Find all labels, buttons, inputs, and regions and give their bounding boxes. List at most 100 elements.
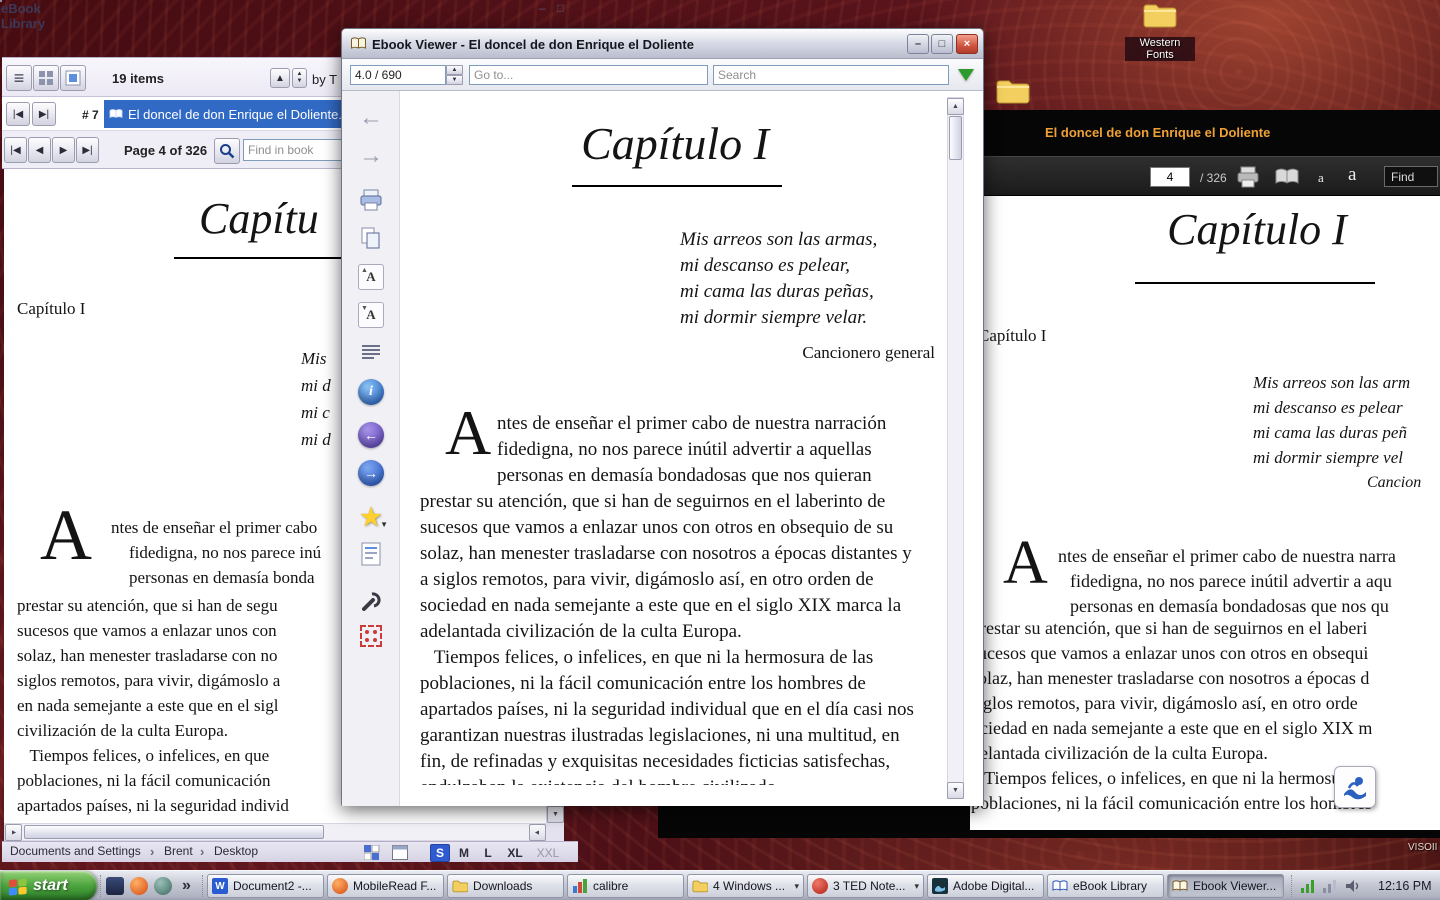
quick-launch-app-icon[interactable] bbox=[154, 877, 172, 895]
search-next-button[interactable] bbox=[958, 69, 974, 81]
breadcrumb-desktop[interactable]: Desktop bbox=[210, 842, 262, 860]
next-page-button[interactable]: ▶ bbox=[52, 137, 75, 163]
previous-section-button[interactable]: ← bbox=[355, 419, 387, 451]
bookmark-dropdown-icon[interactable]: ▼ bbox=[380, 520, 388, 529]
quick-launch-browser-icon[interactable] bbox=[130, 877, 148, 895]
last-page-button[interactable]: ▶| bbox=[76, 137, 99, 163]
scroll-right-button[interactable]: ▲ bbox=[529, 824, 546, 841]
bookmark-button[interactable]: ★ ▼ bbox=[355, 501, 388, 533]
sort-spinner[interactable]: ▲ ▼ bbox=[292, 68, 307, 88]
minimize-icon[interactable]: – bbox=[539, 1, 546, 15]
preferences-button[interactable] bbox=[355, 585, 387, 617]
grid-view-button[interactable] bbox=[33, 65, 59, 91]
scroll-thumb[interactable] bbox=[949, 116, 962, 160]
tray-network-icon[interactable] bbox=[1322, 878, 1338, 894]
spin-up-button[interactable]: ▲ bbox=[446, 65, 463, 75]
folder-icon bbox=[996, 80, 1030, 104]
print-icon[interactable] bbox=[1236, 166, 1260, 188]
verse-line: mi cama las duras peñas, bbox=[680, 281, 874, 302]
text-line: personas en demasía bonda bbox=[129, 568, 315, 587]
size-button-xxl[interactable]: XXL bbox=[531, 844, 565, 862]
taskbar-button-adobe-digital[interactable]: Adobe Digital... bbox=[927, 874, 1044, 898]
next-section-button[interactable]: → bbox=[355, 457, 387, 489]
quick-launch-document-icon[interactable] bbox=[106, 877, 124, 895]
scroll-down-button[interactable]: ▼ bbox=[547, 806, 564, 823]
taskbar-divider[interactable] bbox=[202, 875, 203, 897]
maximize-button[interactable]: □ bbox=[931, 34, 953, 54]
scroll-thumb[interactable] bbox=[24, 825, 324, 839]
quick-launch-overflow-icon[interactable]: » bbox=[182, 877, 191, 895]
minimize-button[interactable]: – bbox=[907, 34, 929, 54]
reference-mode-button[interactable] bbox=[355, 620, 387, 652]
next-item-button[interactable]: ▶| bbox=[32, 102, 56, 126]
group-arrow-icon: ▾ bbox=[914, 880, 919, 891]
taskbar-button-ebook-library[interactable]: eBook Library bbox=[1047, 874, 1164, 898]
taskbar-button-windows-group[interactable]: 4 Windows ... ▾ bbox=[687, 874, 804, 898]
desktop-icon-folder[interactable] bbox=[978, 76, 1048, 111]
tray-volume-icon[interactable] bbox=[1344, 878, 1360, 894]
find-button[interactable]: Find bbox=[1384, 166, 1438, 187]
metadata-button[interactable]: i bbox=[355, 376, 387, 408]
taskbar-button-ebook-viewer[interactable]: Ebook Viewer... bbox=[1167, 874, 1284, 898]
table-of-contents-button[interactable] bbox=[355, 336, 387, 368]
spin-down-button[interactable]: ▼ bbox=[446, 75, 463, 85]
scroll-down-button[interactable]: ▼ bbox=[947, 782, 964, 799]
text-line: poblaciones, ni la fácil comunicación en… bbox=[420, 673, 866, 694]
taskbar-button-mobileread[interactable]: MobileRead F... bbox=[327, 874, 444, 898]
list-view-icon: ≡ bbox=[13, 67, 25, 88]
font-smaller-icon[interactable]: a bbox=[1318, 170, 1324, 186]
sort-ascending-button[interactable]: ▲ bbox=[270, 68, 290, 88]
library-horizontal-scrollbar[interactable]: ▲ ▲ bbox=[4, 823, 546, 841]
desktop-icon-western-fonts[interactable]: Western Fonts bbox=[1125, 0, 1195, 63]
tray-chart-icon[interactable] bbox=[1300, 878, 1316, 894]
notes-button[interactable] bbox=[355, 538, 387, 570]
text-line: fidedigna, no nos parece inútil advertir… bbox=[1070, 571, 1392, 591]
position-spinner[interactable]: ▲ ▼ bbox=[350, 65, 463, 85]
close-button[interactable]: × bbox=[956, 34, 978, 54]
window-layout-icon[interactable] bbox=[392, 845, 408, 860]
digital-editions-logo-icon[interactable] bbox=[1334, 766, 1376, 808]
breadcrumb-documents-and-settings[interactable]: Documents and Settings bbox=[6, 842, 145, 860]
viewer-scrollbar[interactable]: ▲ ▼ bbox=[947, 97, 964, 799]
taskbar-button-label: Downloads bbox=[473, 879, 533, 893]
taskbar-button-calibre[interactable]: calibre bbox=[567, 874, 684, 898]
maximize-icon[interactable]: □ bbox=[557, 1, 564, 15]
spin-buttons[interactable]: ▲ ▼ bbox=[446, 65, 463, 85]
size-button-xl[interactable]: XL bbox=[502, 844, 528, 862]
first-page-button[interactable]: |◀ bbox=[4, 137, 27, 163]
scroll-left-button[interactable]: ▲ bbox=[5, 824, 22, 841]
size-button-m[interactable]: M bbox=[454, 844, 474, 862]
preview-view-button[interactable] bbox=[60, 65, 86, 91]
size-button-l[interactable]: L bbox=[478, 844, 498, 862]
taskbar-button-downloads[interactable]: Downloads bbox=[447, 874, 564, 898]
zoom-button[interactable] bbox=[214, 138, 240, 164]
breadcrumb-brent[interactable]: Brent bbox=[160, 842, 197, 860]
size-button-s[interactable]: S bbox=[430, 844, 450, 862]
start-button[interactable]: start bbox=[0, 871, 97, 900]
font-larger-button[interactable]: ▲ A bbox=[355, 261, 387, 293]
toc-lines-icon bbox=[362, 345, 380, 359]
find-in-book-input[interactable] bbox=[243, 139, 345, 161]
dropcap-indent-lines: ntes de enseñar el primer cabo de nuestr… bbox=[497, 411, 886, 489]
scroll-up-button[interactable]: ▲ bbox=[947, 98, 964, 115]
taskbar-button-ted-group[interactable]: 3 TED Note... ▾ bbox=[807, 874, 924, 898]
taskbar-button-document2[interactable]: W Document2 -... bbox=[207, 874, 324, 898]
font-smaller-button[interactable]: ▼ A bbox=[355, 299, 387, 331]
taskbar-divider[interactable] bbox=[100, 875, 101, 897]
copy-button[interactable] bbox=[355, 222, 387, 254]
previous-page-button[interactable]: ◀ bbox=[28, 137, 51, 163]
viewer-title-bar[interactable]: Ebook Viewer - El doncel de don Enrique … bbox=[342, 29, 983, 59]
font-larger-icon[interactable]: a bbox=[1348, 164, 1356, 186]
text-line: prestar su atención, que si han de segui… bbox=[420, 491, 886, 512]
back-button[interactable]: ← bbox=[355, 102, 387, 134]
previous-item-button[interactable]: |◀ bbox=[6, 102, 30, 126]
page-number-input[interactable] bbox=[1150, 167, 1190, 187]
list-view-button[interactable]: ≡ bbox=[6, 65, 32, 91]
checker-icon[interactable] bbox=[364, 845, 380, 860]
forward-button[interactable]: → bbox=[355, 140, 387, 172]
library-book-icon[interactable] bbox=[1274, 167, 1300, 187]
search-input[interactable] bbox=[713, 65, 949, 85]
goto-input[interactable] bbox=[469, 65, 708, 85]
position-input[interactable] bbox=[350, 65, 446, 85]
print-button[interactable] bbox=[355, 184, 387, 216]
